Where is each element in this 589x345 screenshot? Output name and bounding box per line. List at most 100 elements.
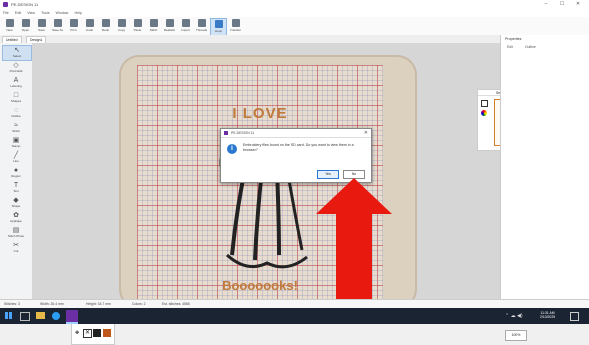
save-icon: [37, 19, 46, 27]
tool-line[interactable]: ╱ Line: [2, 151, 30, 165]
realistic-button[interactable]: Realistic: [162, 18, 177, 34]
clock-date: 2/10/2025: [540, 315, 556, 319]
toolbar: New Open Save Save As Print Undo Redo Co…: [0, 17, 589, 36]
design-text-line1[interactable]: I LOVE: [137, 105, 383, 122]
tool-applique[interactable]: ✿ Applique: [2, 211, 30, 225]
paste-icon: [133, 19, 142, 27]
transfer-button[interactable]: Transfer: [228, 18, 243, 34]
file-explorer-icon[interactable]: [36, 312, 45, 319]
info-icon: i: [227, 144, 237, 154]
text-icon: T: [13, 182, 19, 189]
orange-swatch[interactable]: [103, 329, 111, 337]
copy-button[interactable]: Copy: [114, 18, 129, 34]
thread-icon: [197, 19, 206, 27]
browser-icon[interactable]: [52, 312, 60, 320]
status-width: Width: 26.4 mm: [40, 302, 64, 306]
zoom-level[interactable]: 100%: [505, 330, 527, 341]
dialog-titlebar: PE-DESIGN 11 ✕: [221, 129, 371, 138]
copy-icon: [117, 19, 126, 27]
maximize-button[interactable]: ☐: [556, 1, 568, 8]
menu-help[interactable]: Help: [75, 9, 82, 17]
stitch-tool-icon: ≈: [14, 122, 18, 129]
tool-cut[interactable]: ✂ Cut: [2, 241, 30, 255]
pe-design-taskbar-icon[interactable]: [66, 310, 78, 324]
tab-edit[interactable]: Edit: [507, 45, 513, 49]
document-tabs: Untitled Design1: [0, 35, 500, 45]
line-icon: ╱: [13, 152, 19, 159]
tab-outline[interactable]: Outline: [525, 45, 536, 49]
menu-tools[interactable]: Tools: [41, 9, 49, 17]
outline-icon: ◌: [13, 107, 19, 114]
close-button[interactable]: ✕: [572, 1, 584, 8]
clock[interactable]: 11:31 AM 2/10/2025: [540, 311, 555, 319]
menu-file[interactable]: File: [3, 9, 9, 17]
save-as-button[interactable]: Save As: [50, 18, 65, 34]
undo-icon: [85, 19, 94, 27]
app-icon: [3, 2, 8, 7]
message-dialog: PE-DESIGN 11 ✕ i Embroidery files found …: [220, 128, 372, 183]
tool-outline[interactable]: ◌ Outline: [2, 106, 30, 120]
tray-icons[interactable]: ⌃ ☁ ◀): [505, 313, 522, 319]
color-wheel-icon[interactable]: [481, 110, 487, 116]
fill-black-swatch[interactable]: [93, 329, 101, 337]
shape-icon: ◆: [13, 197, 19, 204]
redo-button[interactable]: Redo: [98, 18, 113, 34]
stitch-icon: [149, 19, 158, 27]
folder-icon: [21, 19, 30, 27]
new-button[interactable]: New: [2, 18, 17, 34]
threads-button[interactable]: Threads: [194, 18, 209, 34]
realistic-view-icon: [165, 19, 174, 27]
undo-button[interactable]: Undo: [82, 18, 97, 34]
frame-swatch[interactable]: [481, 100, 488, 107]
menu-window[interactable]: Window: [56, 9, 69, 17]
status-colors: Colors: 2: [132, 302, 146, 306]
arrow-icon: ↖: [14, 47, 20, 54]
windows-start-icon[interactable]: [5, 312, 12, 319]
menu-view[interactable]: View: [27, 9, 35, 17]
import-icon: [181, 19, 190, 27]
window-title: PE-DESIGN 11: [11, 2, 39, 7]
menu-bar: File Edit View Tools Window Help: [0, 9, 589, 17]
properties-panel: Properties Edit Outline Sequence Tools: [500, 35, 589, 309]
status-height: Height: 34.7 mm: [86, 302, 111, 306]
tool-region[interactable]: ● Region: [2, 166, 30, 180]
fill-icon[interactable]: ✥: [75, 330, 79, 336]
menu-edit[interactable]: Edit: [15, 9, 21, 17]
task-view-icon[interactable]: [20, 312, 30, 321]
status-est-stitches: Est. stitches: 4586: [162, 302, 190, 306]
scissors-icon: ✂: [13, 242, 19, 249]
tool-text[interactable]: T Text: [2, 181, 30, 195]
open-button[interactable]: Open: [18, 18, 33, 34]
tool-stitch-photo[interactable]: ▤ Stitch Photo: [2, 226, 30, 240]
import-button[interactable]: Import: [178, 18, 193, 34]
print-icon: [69, 19, 78, 27]
new-file-icon: [5, 19, 14, 27]
status-stitches: Stitches: 3: [4, 302, 20, 306]
dialog-close-icon[interactable]: ✕: [364, 130, 368, 136]
save-as-icon: [53, 19, 62, 27]
notification-icon[interactable]: [570, 312, 579, 321]
print-button[interactable]: Print: [66, 18, 81, 34]
tool-shapes[interactable]: □ Shapes: [2, 91, 30, 105]
tool-select[interactable]: ↖ Select: [2, 45, 32, 61]
no-fill-swatch[interactable]: ✕: [83, 329, 92, 338]
hoop-icon: [214, 20, 223, 28]
tool-stitch[interactable]: ≈ Stitch: [2, 121, 30, 135]
redo-icon: [101, 19, 110, 27]
stitch-button[interactable]: Stitch: [146, 18, 161, 34]
red-annotation-arrow: [316, 178, 392, 299]
tool-stamp[interactable]: ▣ Stamp: [2, 136, 30, 150]
dialog-app-icon: [224, 131, 228, 135]
properties-title: Properties: [505, 37, 522, 41]
lettering-icon: A: [13, 77, 19, 84]
hoop-button[interactable]: Hoop: [210, 18, 227, 36]
region-icon: ●: [13, 167, 19, 174]
paste-button[interactable]: Paste: [130, 18, 145, 34]
tool-panel: ↖ Select ◇ Point Edit A Lettering □ Shapes ◌…: [0, 43, 33, 307]
tool-shape[interactable]: ◆ Shape: [2, 196, 30, 210]
save-button[interactable]: Save: [34, 18, 49, 34]
dialog-message: Embroidery files found on the SD card. D…: [243, 143, 354, 152]
tool-point-edit[interactable]: ◇ Point Edit: [2, 61, 30, 75]
minimize-button[interactable]: –: [540, 1, 552, 8]
tool-lettering[interactable]: A Lettering: [2, 76, 30, 90]
